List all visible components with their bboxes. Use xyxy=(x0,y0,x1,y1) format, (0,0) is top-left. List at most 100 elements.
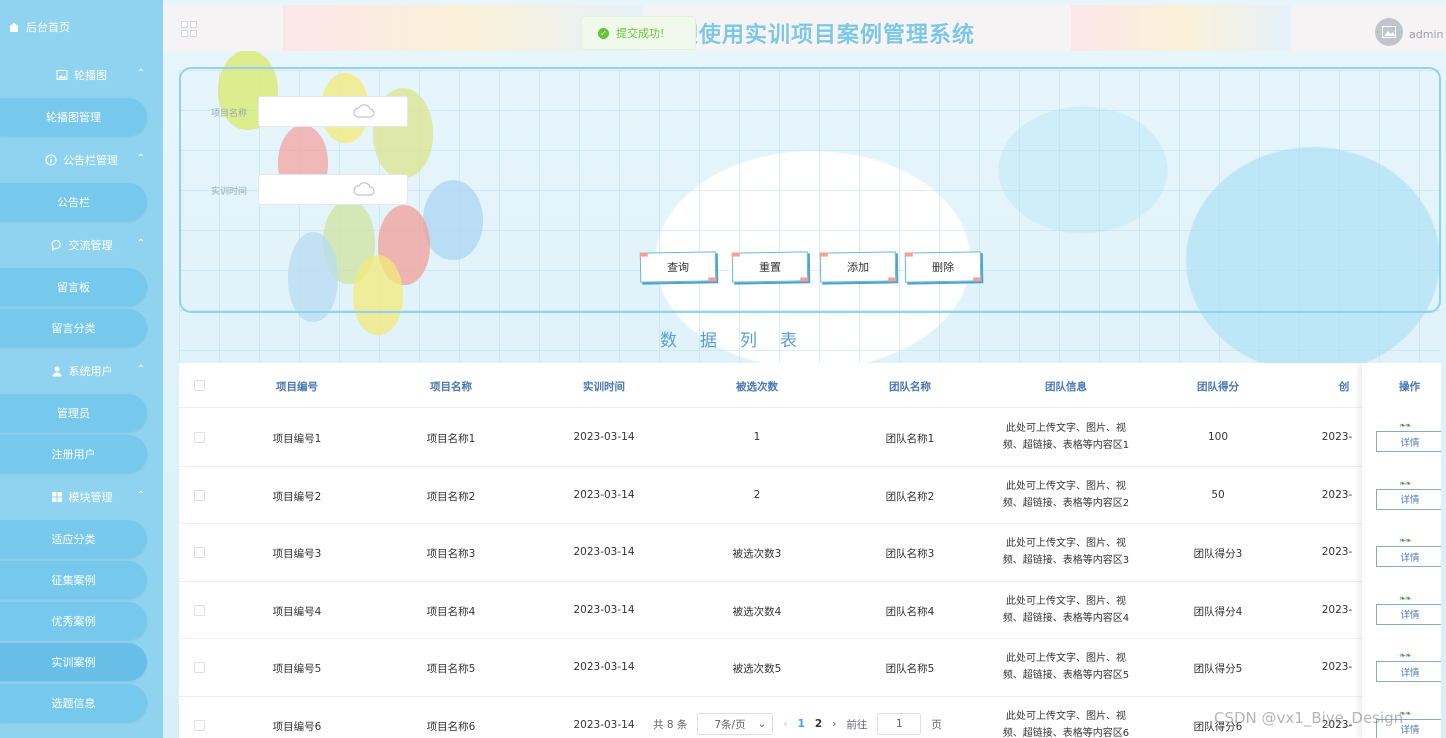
cell-count: 2 xyxy=(753,488,761,501)
cell-info: 此处可上传文字、图片、视 频、超链接、表格等内容区3 xyxy=(981,535,1151,569)
cell-info-line: 此处可上传文字、图片、视 xyxy=(1006,653,1126,664)
sidebar-group-modules[interactable]: 模块管理 ⌃ xyxy=(0,476,163,518)
project-name-input[interactable] xyxy=(258,96,408,127)
detail-button[interactable]: 详情 xyxy=(1376,421,1441,452)
page-title: 欢迎使用实训项目案例管理系统 xyxy=(653,23,976,48)
cell-score: 100 xyxy=(1207,431,1229,443)
cell-count: 被选次数3 xyxy=(732,548,782,560)
table-row: 项目编号2 项目名称2 2023-03-14 2 团队名称2 50 2023- 此处可上传文字… xyxy=(179,467,1441,524)
top-bar: 欢迎使用实训项目案例管理系统 admin xyxy=(163,5,1446,51)
chevron-up-icon: ⌃ xyxy=(136,68,145,79)
sidebar-item-carousel-1[interactable]: 轮播图管理 xyxy=(0,98,147,136)
delete-button[interactable]: 删除 xyxy=(904,251,982,283)
cell-info-line: 此处可上传文字、图片、视 xyxy=(1006,595,1126,607)
avatar[interactable] xyxy=(1375,18,1403,46)
cell-info-line: 此处可上传文字、图片、视 xyxy=(1006,423,1126,434)
cell-name: 项目名称2 xyxy=(426,490,476,503)
sidebar-item-modules-3[interactable]: 优秀案例 xyxy=(0,602,147,640)
data-table: 项目编号 项目名称 实训时间 被选次数 团队名称 团队信息 团队得分 创 项目编… xyxy=(179,363,1441,738)
cell-code: 项目编号6 xyxy=(272,720,322,733)
cell-name: 项目名称4 xyxy=(426,605,476,618)
sidebar-group-exchange[interactable]: 交流管理 ⌃ xyxy=(0,224,163,266)
row-checkbox[interactable] xyxy=(194,547,205,558)
row-checkbox[interactable] xyxy=(194,662,205,673)
cell-info: 此处可上传文字、图片、视 频、超链接、表格等内容区5 xyxy=(981,650,1151,684)
row-checkbox[interactable] xyxy=(194,432,205,443)
sidebar: 后台首页 轮播图 ⌃ 轮播图管理 公告栏管理 ⌃ 公告栏 交流管理 ⌃ 留言板 留言分类 系统用户 ⌃… xyxy=(0,0,163,738)
home-icon xyxy=(9,22,19,32)
cell-count: 被选次数4 xyxy=(732,605,782,618)
sidebar-item-notice-1[interactable]: 公告栏 xyxy=(0,183,147,221)
sidebar-item-system-users-2[interactable]: 注册用户 xyxy=(0,435,147,473)
cell-date: 2023-03-14 xyxy=(573,488,635,501)
cloud-icon xyxy=(353,182,375,196)
cell-code: 项目编号3 xyxy=(272,548,322,560)
detail-button[interactable]: 详情 xyxy=(1376,479,1441,510)
cell-team: 团队名称3 xyxy=(885,548,935,560)
training-time-input[interactable] xyxy=(258,174,408,205)
operation-column: 操作 详情详情详情详情详情详情 xyxy=(1362,363,1441,738)
pagination: 共 8 条 7条/页 ⌄ ‹ 1 2 › 前往 1 页 xyxy=(653,712,942,736)
page-size-select[interactable]: 7条/页 ⌄ xyxy=(697,713,774,735)
page-size-value: 7条/页 xyxy=(714,718,746,731)
prev-page-icon[interactable]: ‹ xyxy=(783,718,787,730)
chevron-down-icon: ⌄ xyxy=(757,718,767,730)
toast-message: 提交成功! xyxy=(616,27,665,40)
sidebar-item-exchange-2[interactable]: 留言分类 xyxy=(0,309,147,347)
reset-button[interactable]: 重置 xyxy=(731,251,809,283)
sidebar-item-modules-2[interactable]: 征集案例 xyxy=(0,561,147,599)
sidebar-group-label: 轮播图 xyxy=(74,69,107,82)
username[interactable]: admin xyxy=(1409,28,1443,41)
cell-name: 项目名称5 xyxy=(426,663,476,675)
cell-date: 2023-03-14 xyxy=(573,546,635,558)
cell-count: 被选次数5 xyxy=(732,663,782,675)
col-header-name: 项目名称 xyxy=(430,381,472,393)
list-title: 数据列表 xyxy=(660,331,820,351)
cell-count: 1 xyxy=(753,431,761,443)
col-header-operation: 操作 xyxy=(1399,381,1420,393)
detail-button[interactable]: 详情 xyxy=(1376,536,1441,567)
cloud-icon xyxy=(353,104,375,118)
sidebar-item-modules-4[interactable]: 实训案例 xyxy=(0,643,147,681)
sidebar-item-system-users-1[interactable]: 管理员 xyxy=(0,394,147,432)
cell-info-line: 频、超链接、表格等内容区4 xyxy=(1002,612,1130,624)
detail-button[interactable]: 详情 xyxy=(1376,651,1441,682)
add-button[interactable]: 添加 xyxy=(819,251,897,283)
goto-page-input[interactable]: 1 xyxy=(877,713,922,735)
grid-icon xyxy=(51,491,63,503)
next-page-icon[interactable]: › xyxy=(832,718,836,730)
cell-info: 此处可上传文字、图片、视 频、超链接、表格等内容区6 xyxy=(981,708,1151,738)
cell-date: 2023-03-14 xyxy=(573,718,635,731)
cell-code: 项目编号2 xyxy=(272,490,322,503)
page-number-1[interactable]: 1 xyxy=(798,718,805,730)
sidebar-group-label: 系统用户 xyxy=(68,365,113,378)
user-icon xyxy=(51,365,63,377)
cell-info-line: 频、超链接、表格等内容区5 xyxy=(1002,670,1130,681)
chevron-up-icon: ⌃ xyxy=(136,153,145,164)
select-all-checkbox[interactable] xyxy=(194,380,205,391)
cell-created: 2023- xyxy=(1321,488,1353,501)
sidebar-item-exchange-1[interactable]: 留言板 xyxy=(0,268,147,306)
row-checkbox[interactable] xyxy=(194,719,205,731)
table-header: 项目编号 项目名称 实训时间 被选次数 团队名称 团队信息 团队得分 创 xyxy=(179,363,1441,408)
sidebar-group-carousel[interactable]: 轮播图 ⌃ xyxy=(0,54,163,96)
sidebar-group-system-users[interactable]: 系统用户 ⌃ xyxy=(0,350,163,392)
sidebar-item-home[interactable]: 后台首页 xyxy=(0,0,163,54)
sidebar-item-modules-5[interactable]: 选题信息 xyxy=(0,684,147,722)
cell-info: 此处可上传文字、图片、视 频、超链接、表格等内容区1 xyxy=(981,420,1151,454)
sidebar-group-notice[interactable]: 公告栏管理 ⌃ xyxy=(0,139,163,181)
col-header-info: 团队信息 xyxy=(1045,381,1087,393)
cell-info-line: 此处可上传文字、图片、视 xyxy=(1006,710,1126,722)
page-number-2[interactable]: 2 xyxy=(815,718,822,730)
row-checkbox[interactable] xyxy=(194,489,205,501)
menu-toggle-icon[interactable] xyxy=(181,21,197,37)
row-checkbox[interactable] xyxy=(194,604,205,616)
sidebar-item-modules-1[interactable]: 适应分类 xyxy=(0,520,147,558)
cell-team: 团队名称2 xyxy=(885,490,935,503)
cell-info-line: 频、超链接、表格等内容区6 xyxy=(1002,727,1130,738)
sidebar-menu: 轮播图 ⌃ 轮播图管理 公告栏管理 ⌃ 公告栏 交流管理 ⌃ 留言板 留言分类 系统用户 ⌃ 管理员 注册… xyxy=(0,54,163,722)
detail-button[interactable]: 详情 xyxy=(1376,594,1441,625)
col-header-created: 创 xyxy=(1338,381,1350,393)
query-button[interactable]: 查询 xyxy=(639,251,717,283)
cell-team: 团队名称4 xyxy=(885,605,935,618)
